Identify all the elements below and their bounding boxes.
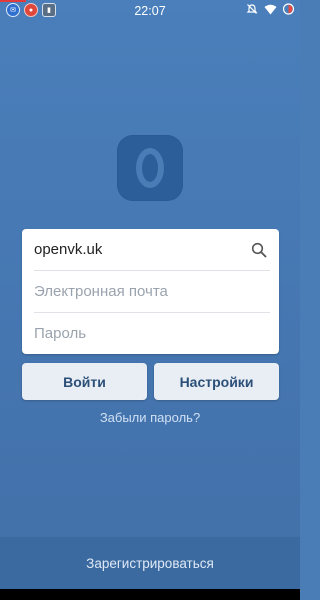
battery-icon <box>283 3 294 15</box>
search-icon[interactable] <box>251 242 267 258</box>
email-placeholder: Электронная почта <box>34 283 168 300</box>
settings-button[interactable]: Настройки <box>154 363 279 400</box>
login-button[interactable]: Войти <box>22 363 147 400</box>
password-placeholder: Пароль <box>34 325 87 342</box>
status-accent-mark <box>0 0 26 2</box>
status-right-icons <box>246 3 294 15</box>
server-value: openvk.uk <box>34 241 103 258</box>
alarm-off-icon <box>246 4 258 14</box>
status-bar: ✉ ● ▮ 22:07 <box>0 0 300 22</box>
logo-letter-o <box>136 148 164 188</box>
server-field[interactable]: openvk.uk <box>34 229 271 270</box>
wifi-icon <box>264 4 277 14</box>
login-form: openvk.uk Электронная почта Пароль <box>22 229 279 354</box>
forgot-password-link[interactable]: Забыли пароль? <box>0 410 300 425</box>
email-field[interactable]: Электронная почта <box>34 271 271 312</box>
password-field[interactable]: Пароль <box>34 313 271 354</box>
register-button[interactable]: Зарегистрироваться <box>0 537 300 589</box>
openvk-logo-icon <box>117 135 183 201</box>
system-nav-bar <box>0 589 300 600</box>
login-screen: ✉ ● ▮ 22:07 openvk.uk Электронная почта … <box>0 0 300 600</box>
